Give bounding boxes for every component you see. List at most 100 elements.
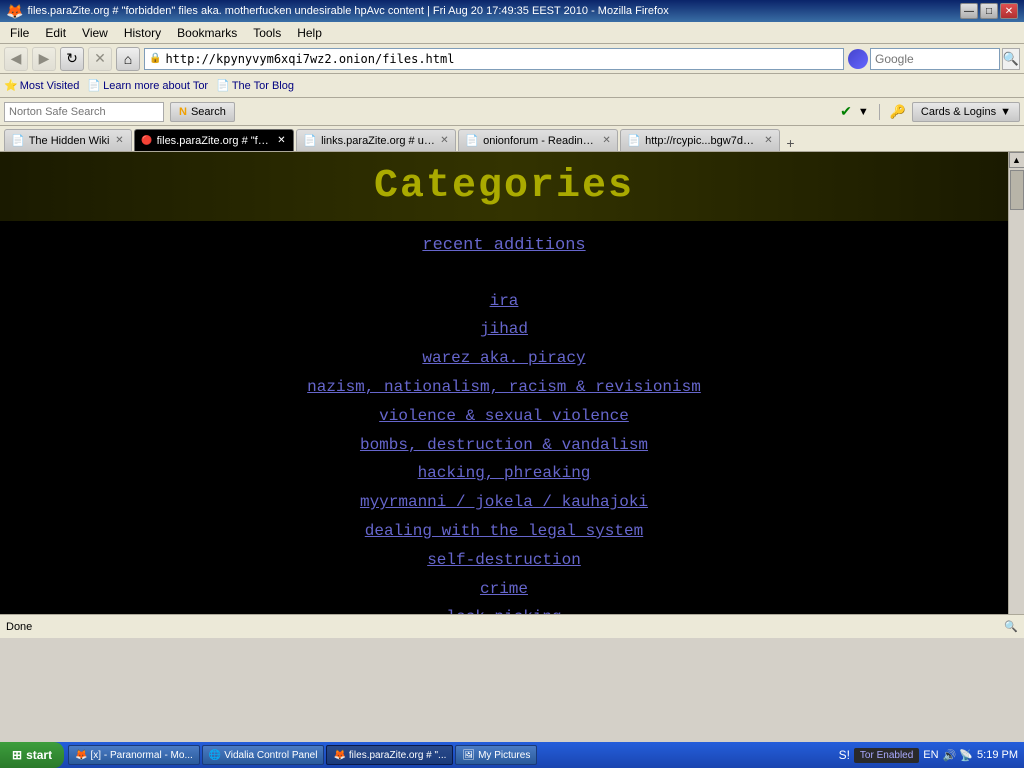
taskbar-item-paranormal[interactable]: 🦊 [x] - Paranormal - Mo...: [68, 745, 200, 765]
address-bar: 🔒: [144, 48, 844, 70]
tab-favicon-1: 📄: [11, 134, 25, 147]
stop-button[interactable]: ✕: [88, 47, 112, 71]
norton-search-input[interactable]: [4, 102, 164, 122]
taskbar-items: 🦊 [x] - Paranormal - Mo... 🌐 Vidalia Con…: [64, 745, 833, 765]
tab-close-1[interactable]: ✕: [113, 135, 125, 147]
firefox-icon: 🦊: [6, 3, 23, 20]
menu-help[interactable]: Help: [291, 24, 328, 42]
check-icon: ✔: [840, 103, 852, 120]
window-title: files.paraZite.org # "forbidden" files a…: [27, 5, 668, 17]
taskbar-icon-2: 🌐: [209, 750, 221, 761]
menu-bar: File Edit View History Bookmarks Tools H…: [0, 22, 1024, 44]
taskbar-icon-4: 🖼: [462, 750, 475, 761]
taskbar-tray: S! Tor Enabled EN 🔊 📡 5:19 PM: [833, 748, 1024, 763]
page-main: Categories recent additions ira jihad wa…: [0, 152, 1024, 638]
tab-hidden-wiki[interactable]: 📄 The Hidden Wiki ✕: [4, 129, 132, 151]
reload-button[interactable]: ↻: [60, 47, 84, 71]
link-violence[interactable]: violence & sexual violence: [379, 402, 629, 431]
start-button[interactable]: ⊞ start: [0, 742, 64, 768]
taskbar-item-pictures[interactable]: 🖼 My Pictures: [455, 745, 537, 765]
home-button[interactable]: ⌂: [116, 47, 140, 71]
menu-view[interactable]: View: [76, 24, 114, 42]
bookmark-tor-blog[interactable]: 📄 The Tor Blog: [216, 79, 294, 92]
categories-header: Categories: [0, 152, 1008, 221]
page-icon: 📄: [87, 79, 101, 92]
taskbar-icon-3: 🦊: [333, 750, 345, 761]
menu-bookmarks[interactable]: Bookmarks: [171, 24, 243, 42]
statusbar-right: 🔍: [1004, 620, 1018, 633]
tab-favicon-4: 📄: [465, 134, 479, 147]
menu-history[interactable]: History: [118, 24, 167, 42]
favicon: [848, 49, 868, 69]
categories-list: recent additions ira jihad warez aka. pi…: [0, 221, 1008, 638]
zoom-icon: 🔍: [1004, 620, 1018, 633]
navigation-bar: ◀ ▶ ↻ ✕ ⌂ 🔒 🔍: [0, 44, 1024, 74]
tab-onionforum[interactable]: 📄 onionforum - Reading Topic... ✕: [458, 129, 618, 151]
page-icon-2: 📄: [216, 79, 230, 92]
norton-search-button[interactable]: N Search: [170, 102, 235, 122]
tray-icons: 🔊 📡: [943, 749, 973, 762]
menu-edit[interactable]: Edit: [39, 24, 72, 42]
bookmark-learn-tor[interactable]: 📄 Learn more about Tor: [87, 79, 208, 92]
key-icon: 🔑: [890, 104, 906, 120]
link-warez[interactable]: warez aka. piracy: [422, 344, 585, 373]
back-button[interactable]: ◀: [4, 47, 28, 71]
link-myyrmanni[interactable]: myyrmanni / jokela / kauhajoki: [360, 488, 648, 517]
tab-close-5[interactable]: ✕: [763, 135, 773, 147]
norton-bar: N Search ✔ ▼ 🔑 Cards & Logins ▼: [0, 98, 1024, 126]
scrollbar[interactable]: ▲ ▼: [1008, 152, 1024, 638]
taskbar-item-vidalia[interactable]: 🌐 Vidalia Control Panel: [202, 745, 325, 765]
titlebar: 🦊 files.paraZite.org # "forbidden" files…: [0, 0, 1024, 22]
close-button[interactable]: ✕: [1000, 3, 1018, 19]
tab-close-4[interactable]: ✕: [602, 135, 612, 147]
menu-file[interactable]: File: [4, 24, 35, 42]
link-bombs[interactable]: bombs, destruction & vandalism: [360, 431, 648, 460]
taskbar: ⊞ start 🦊 [x] - Paranormal - Mo... 🌐 Vid…: [0, 742, 1024, 768]
tor-indicator: Tor Enabled: [854, 748, 919, 763]
tab-rcypic[interactable]: 📄 http://rcypic...bgw7dq.onion/ ✕: [620, 129, 780, 151]
forward-button[interactable]: ▶: [32, 47, 56, 71]
link-self-destruction[interactable]: self-destruction: [427, 546, 581, 575]
tray-search: S!: [839, 748, 850, 762]
link-ira[interactable]: ira: [490, 287, 519, 316]
maximize-button[interactable]: □: [980, 3, 998, 19]
dropdown-icon: ▼: [1000, 106, 1011, 118]
cards-logins-button[interactable]: Cards & Logins ▼: [912, 102, 1020, 122]
categories-title: Categories: [374, 164, 634, 209]
norton-icon: N: [179, 106, 187, 118]
tab-favicon-2: 🔴: [141, 135, 152, 146]
search-go-button[interactable]: 🔍: [1002, 48, 1020, 70]
browser-content: Categories recent additions ira jihad wa…: [0, 152, 1024, 638]
link-legal[interactable]: dealing with the legal system: [365, 517, 643, 546]
tabs-bar: 📄 The Hidden Wiki ✕ 🔴 files.paraZite.org…: [0, 126, 1024, 152]
tab-favicon-5: 📄: [627, 134, 641, 147]
tab-parazite[interactable]: 🔴 files.paraZite.org # "fo... ✕: [134, 129, 294, 151]
link-crime[interactable]: crime: [480, 575, 528, 604]
checkmark-dropdown[interactable]: ▼: [858, 106, 869, 118]
status-bar: Done 🔍: [0, 614, 1024, 638]
google-search-input[interactable]: [870, 48, 1000, 70]
star-icon: ⭐: [4, 79, 18, 92]
taskbar-icon-1: 🦊: [75, 750, 87, 761]
tab-links[interactable]: 📄 links.paraZite.org # underg... ✕: [296, 129, 456, 151]
bookmark-most-visited[interactable]: ⭐ Most Visited: [4, 79, 79, 92]
scroll-thumb[interactable]: [1010, 170, 1024, 210]
clock: 5:19 PM: [977, 749, 1018, 761]
tab-favicon-3: 📄: [303, 134, 317, 147]
minimize-button[interactable]: —: [960, 3, 978, 19]
link-jihad[interactable]: jihad: [480, 315, 528, 344]
menu-tools[interactable]: Tools: [247, 24, 287, 42]
windows-logo: ⊞: [12, 748, 22, 762]
link-nazism[interactable]: nazism, nationalism, racism & revisionis…: [307, 373, 701, 402]
link-recent-additions[interactable]: recent additions: [422, 231, 585, 262]
link-hacking[interactable]: hacking, phreaking: [418, 459, 591, 488]
status-text: Done: [6, 621, 32, 633]
bookmarks-bar: ⭐ Most Visited 📄 Learn more about Tor 📄 …: [0, 74, 1024, 98]
tray-lang: EN: [923, 749, 938, 761]
tab-close-3[interactable]: ✕: [440, 135, 450, 147]
tab-close-2[interactable]: ✕: [276, 135, 288, 147]
scroll-up-button[interactable]: ▲: [1009, 152, 1024, 168]
new-tab-button[interactable]: +: [782, 135, 798, 151]
url-input[interactable]: [165, 52, 839, 66]
taskbar-item-parazite[interactable]: 🦊 files.paraZite.org # "...: [326, 745, 453, 765]
